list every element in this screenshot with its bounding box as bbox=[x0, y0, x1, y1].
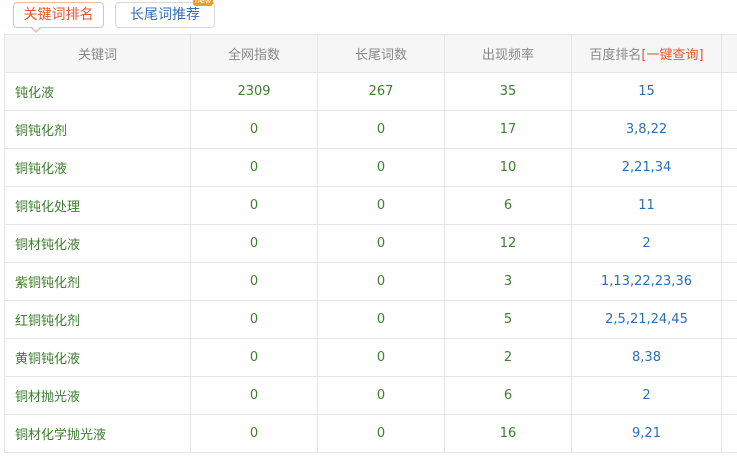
rank-cell: 15 bbox=[571, 72, 722, 111]
frequency-cell: 12 bbox=[444, 224, 572, 263]
new-badge: new bbox=[193, 0, 213, 6]
keyword-cell[interactable]: 铜钝化处理 bbox=[4, 186, 191, 225]
frequency-cell: 6 bbox=[444, 186, 572, 225]
index-cell: 0 bbox=[190, 414, 318, 453]
rank-cell: 8,38 bbox=[571, 338, 722, 377]
header-keyword: 关键词 bbox=[4, 34, 191, 73]
extra-cell bbox=[721, 376, 737, 415]
extra-cell bbox=[721, 148, 737, 187]
longtail-cell: 0 bbox=[317, 186, 445, 225]
longtail-cell: 0 bbox=[317, 338, 445, 377]
index-cell: 0 bbox=[190, 300, 318, 339]
rank-cell: 2 bbox=[571, 376, 722, 415]
longtail-cell: 267 bbox=[317, 72, 445, 111]
tab-keyword-ranking-label: 关键词排名 bbox=[23, 7, 94, 23]
keyword-cell[interactable]: 铜材钝化液 bbox=[4, 224, 191, 263]
keyword-cell[interactable]: 黄铜钝化液 bbox=[4, 338, 191, 377]
header-extra bbox=[721, 34, 737, 73]
longtail-cell: 0 bbox=[317, 110, 445, 149]
table-row: 铜材钝化液 0 0 12 2 bbox=[4, 224, 737, 263]
header-rank: 百度排名[一键查询] bbox=[571, 34, 722, 73]
extra-cell bbox=[721, 72, 737, 111]
tab-keyword-ranking[interactable]: 关键词排名 bbox=[13, 2, 104, 28]
extra-cell bbox=[721, 110, 737, 149]
longtail-cell: 0 bbox=[317, 414, 445, 453]
rank-cell: 11 bbox=[571, 186, 722, 225]
rank-cell: 9,21 bbox=[571, 414, 722, 453]
extra-cell bbox=[721, 338, 737, 377]
extra-cell bbox=[721, 186, 737, 225]
extra-cell bbox=[721, 300, 737, 339]
header-index: 全网指数 bbox=[190, 34, 318, 73]
table-row: 铜材化学抛光液 0 0 16 9,21 bbox=[4, 414, 737, 453]
rank-cell: 2 bbox=[571, 224, 722, 263]
table-row: 红铜钝化剂 0 0 5 2,5,21,24,45 bbox=[4, 300, 737, 339]
table-body: 钝化液 2309 267 35 15 铜钝化剂 0 0 17 3,8,22 铜钝化液 0 0 10 2,21… bbox=[4, 72, 737, 453]
frequency-cell: 17 bbox=[444, 110, 572, 149]
table-row: 铜材抛光液 0 0 6 2 bbox=[4, 376, 737, 415]
index-cell: 0 bbox=[190, 186, 318, 225]
header-frequency: 出现频率 bbox=[444, 34, 572, 73]
frequency-cell: 10 bbox=[444, 148, 572, 187]
rank-cell: 3,8,22 bbox=[571, 110, 722, 149]
active-tab-caret-icon bbox=[30, 26, 42, 33]
keyword-cell[interactable]: 铜钝化液 bbox=[4, 148, 191, 187]
longtail-cell: 0 bbox=[317, 300, 445, 339]
table-row: 铜钝化液 0 0 10 2,21,34 bbox=[4, 148, 737, 187]
frequency-cell: 5 bbox=[444, 300, 572, 339]
tab-longtail-recommend-label: 长尾词推荐 bbox=[130, 7, 200, 23]
index-cell: 0 bbox=[190, 148, 318, 187]
index-cell: 0 bbox=[190, 376, 318, 415]
header-longtail: 长尾词数 bbox=[317, 34, 445, 73]
index-cell: 0 bbox=[190, 338, 318, 377]
index-cell: 0 bbox=[190, 224, 318, 263]
longtail-cell: 0 bbox=[317, 376, 445, 415]
rank-cell: 1,13,22,23,36 bbox=[571, 262, 722, 301]
rank-cell: 2,5,21,24,45 bbox=[571, 300, 722, 339]
index-cell: 0 bbox=[190, 262, 318, 301]
table-row: 铜钝化剂 0 0 17 3,8,22 bbox=[4, 110, 737, 149]
frequency-cell: 16 bbox=[444, 414, 572, 453]
tab-bar: 关键词排名 长尾词推荐 new bbox=[0, 0, 737, 34]
extra-cell bbox=[721, 262, 737, 301]
table-row: 钝化液 2309 267 35 15 bbox=[4, 72, 737, 111]
keyword-cell[interactable]: 铜材抛光液 bbox=[4, 376, 191, 415]
keyword-cell[interactable]: 铜钝化剂 bbox=[4, 110, 191, 149]
longtail-cell: 0 bbox=[317, 224, 445, 263]
frequency-cell: 6 bbox=[444, 376, 572, 415]
frequency-cell: 3 bbox=[444, 262, 572, 301]
longtail-cell: 0 bbox=[317, 262, 445, 301]
header-rank-label: 百度排名 bbox=[589, 48, 642, 63]
table-row: 紫铜钝化剂 0 0 3 1,13,22,23,36 bbox=[4, 262, 737, 301]
extra-cell bbox=[721, 224, 737, 263]
table-header-row: 关键词 全网指数 长尾词数 出现频率 百度排名[一键查询] bbox=[4, 34, 737, 73]
keyword-cell[interactable]: 红铜钝化剂 bbox=[4, 300, 191, 339]
extra-cell bbox=[721, 414, 737, 453]
table-row: 黄铜钝化液 0 0 2 8,38 bbox=[4, 338, 737, 377]
keyword-cell[interactable]: 铜材化学抛光液 bbox=[4, 414, 191, 453]
index-cell: 0 bbox=[190, 110, 318, 149]
keyword-table: 关键词 全网指数 长尾词数 出现频率 百度排名[一键查询] 钝化液 2309 267… bbox=[4, 34, 737, 453]
index-cell: 2309 bbox=[190, 72, 318, 111]
one-click-query-link[interactable]: [一键查询] bbox=[641, 48, 703, 63]
longtail-cell: 0 bbox=[317, 148, 445, 187]
frequency-cell: 35 bbox=[444, 72, 572, 111]
table-row: 铜钝化处理 0 0 6 11 bbox=[4, 186, 737, 225]
keyword-cell[interactable]: 紫铜钝化剂 bbox=[4, 262, 191, 301]
keyword-cell[interactable]: 钝化液 bbox=[4, 72, 191, 111]
frequency-cell: 2 bbox=[444, 338, 572, 377]
rank-cell: 2,21,34 bbox=[571, 148, 722, 187]
